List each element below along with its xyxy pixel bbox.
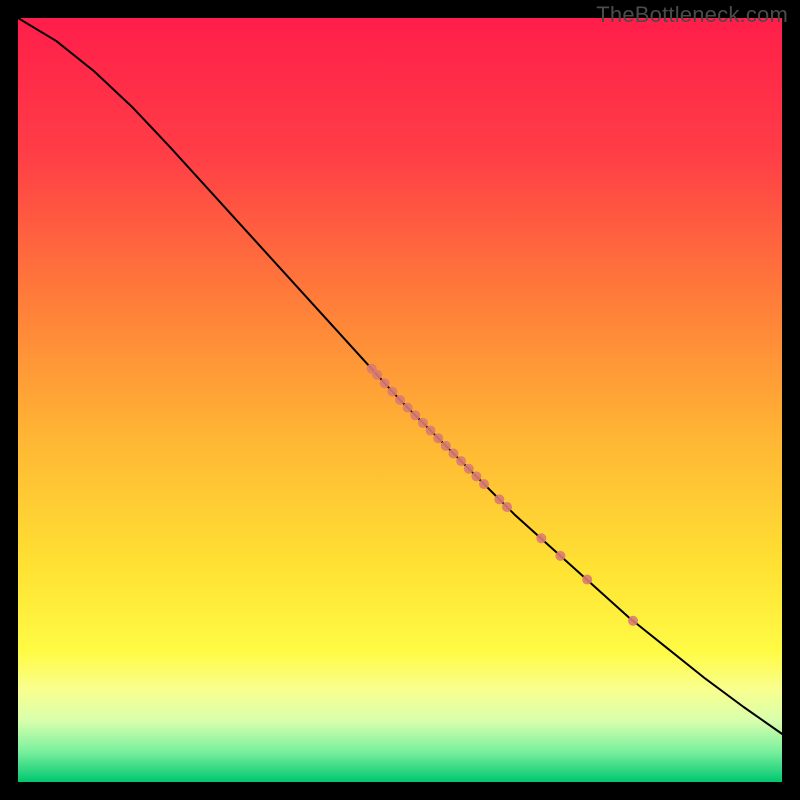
data-point	[372, 370, 382, 380]
data-point	[479, 479, 489, 489]
data-point	[441, 441, 451, 451]
data-point	[410, 410, 420, 420]
data-point	[387, 387, 397, 397]
data-point	[494, 494, 504, 504]
data-point	[403, 403, 413, 413]
data-point	[582, 575, 592, 585]
data-point	[464, 464, 474, 474]
data-point	[471, 471, 481, 481]
chart-stage: TheBottleneck.com	[0, 0, 800, 800]
data-point	[555, 551, 565, 561]
data-point	[418, 418, 428, 428]
data-point	[395, 395, 405, 405]
data-point	[536, 533, 546, 543]
data-point	[628, 616, 638, 626]
data-point	[380, 378, 390, 388]
data-point	[502, 502, 512, 512]
watermark-text: TheBottleneck.com	[596, 2, 788, 28]
gradient-chart	[0, 0, 800, 800]
data-point	[433, 433, 443, 443]
data-point	[448, 448, 458, 458]
data-point	[426, 426, 436, 436]
data-point	[456, 456, 466, 466]
